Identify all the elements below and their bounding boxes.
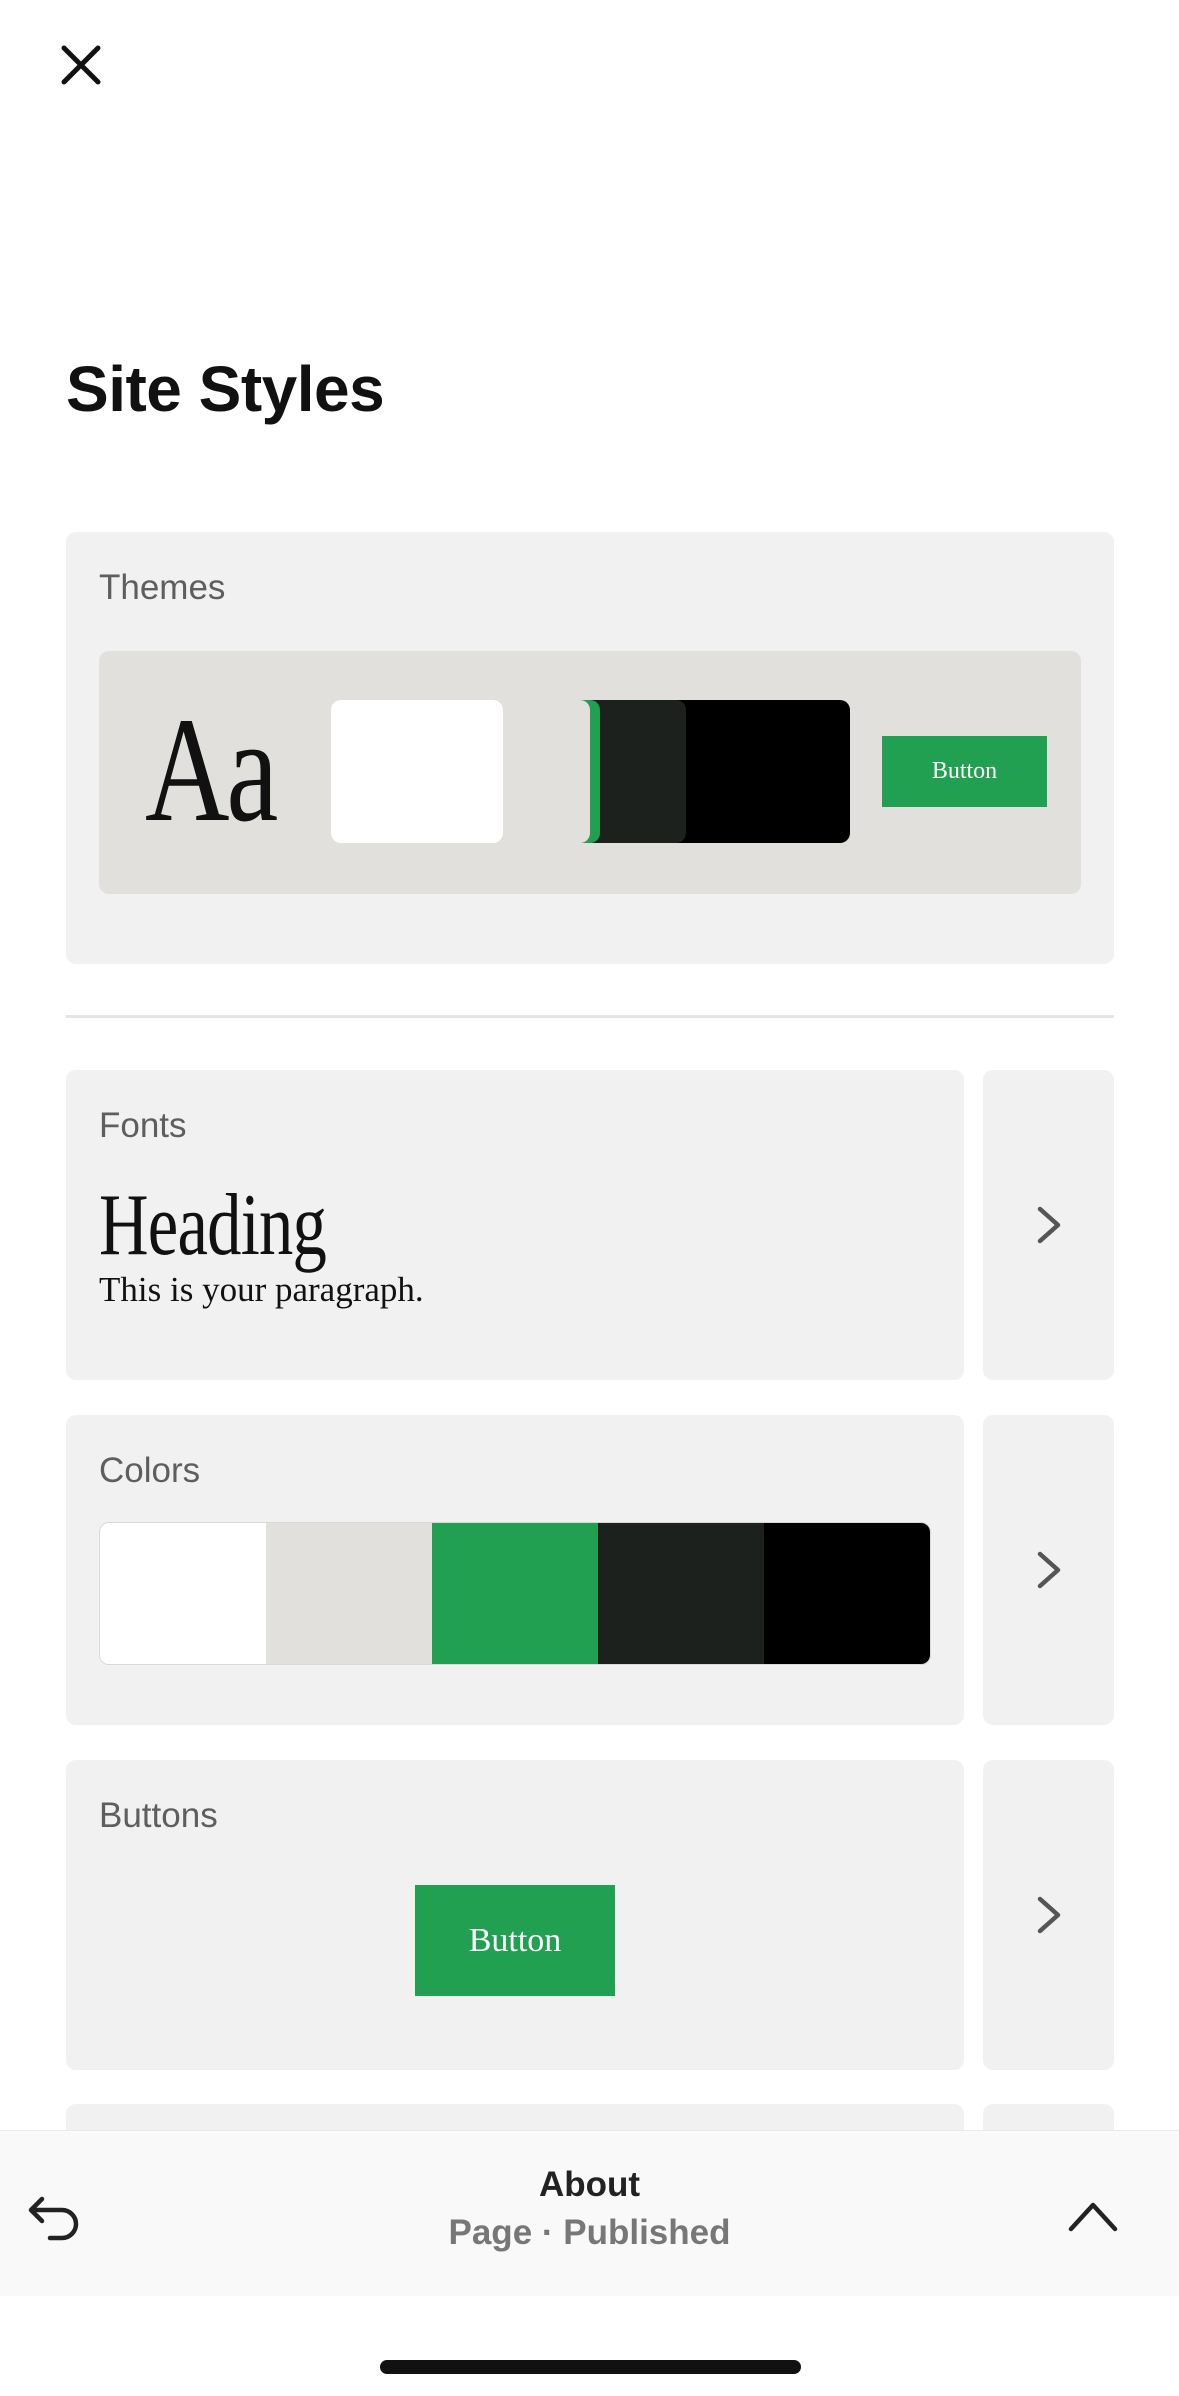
fonts-open-button[interactable]	[983, 1070, 1114, 1380]
fonts-heading-sample: Heading	[99, 1177, 327, 1274]
fonts-paragraph-sample: This is your paragraph.	[99, 1270, 424, 1309]
fonts-label: Fonts	[99, 1106, 187, 1145]
buttons-label: Buttons	[99, 1796, 218, 1835]
color-swatch-5	[764, 1523, 930, 1664]
color-swatch-1	[100, 1523, 266, 1664]
fonts-card[interactable]: Fonts Heading This is your paragraph.	[66, 1070, 964, 1380]
theme-font-sample: Aa	[145, 687, 278, 853]
color-swatch-4	[598, 1523, 764, 1664]
theme-swatches	[331, 700, 850, 843]
chevron-right-icon	[1037, 1206, 1060, 1244]
page-title: Site Styles	[66, 353, 385, 425]
colors-open-button[interactable]	[983, 1415, 1114, 1725]
bottom-bar: About Page · Published	[0, 2130, 1179, 2296]
theme-swatch-1	[331, 700, 503, 843]
page-status: Page · Published	[448, 2213, 731, 2252]
theme-button-sample: Button	[882, 736, 1047, 807]
color-swatch-2	[266, 1523, 432, 1664]
buttons-card[interactable]: Buttons Button	[66, 1760, 964, 2070]
home-indicator-area	[0, 2296, 1179, 2396]
expand-button[interactable]	[1058, 2181, 1128, 2251]
close-icon	[61, 45, 101, 85]
button-style-sample: Button	[415, 1885, 615, 1996]
colors-card[interactable]: Colors	[66, 1415, 964, 1725]
themes-card[interactable]: Themes Aa Button	[66, 532, 1114, 964]
colors-label: Colors	[99, 1451, 201, 1490]
chevron-right-icon	[1037, 1551, 1060, 1589]
themes-label: Themes	[99, 568, 226, 607]
colors-palette	[99, 1522, 931, 1665]
home-indicator[interactable]	[380, 2360, 801, 2374]
color-swatch-3	[432, 1523, 598, 1664]
close-button[interactable]	[46, 30, 116, 100]
buttons-open-button[interactable]	[983, 1760, 1114, 2070]
chevron-right-icon	[1037, 1896, 1060, 1934]
divider	[66, 1015, 1114, 1018]
theme-preview[interactable]: Aa Button	[99, 651, 1081, 894]
chevron-up-icon	[1068, 2202, 1118, 2232]
page-name[interactable]: About	[0, 2165, 1179, 2205]
